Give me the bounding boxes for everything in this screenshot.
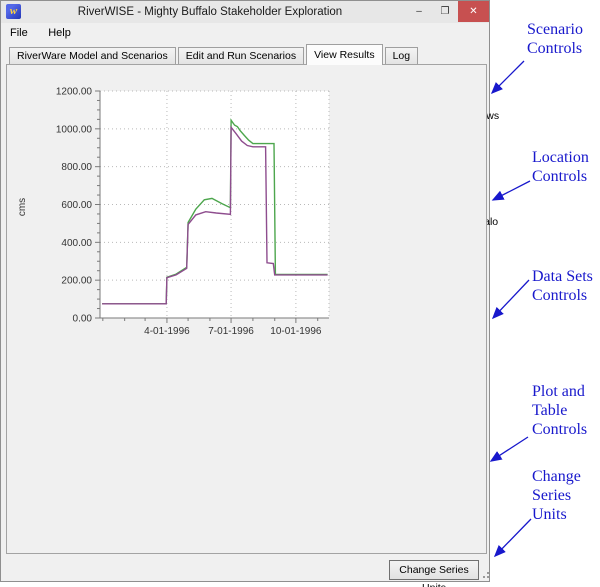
annotation-scenario-controls: ScenarioControls bbox=[527, 20, 583, 58]
annotation-line: Change bbox=[532, 467, 581, 486]
change-series-units-button[interactable]: Change Series Units bbox=[389, 560, 479, 580]
annotation-plot-and-table-controls: Plot andTableControls bbox=[532, 382, 587, 439]
annotation-line: Location bbox=[532, 148, 589, 167]
tab-edit-and-run-scenarios[interactable]: Edit and Run Scenarios bbox=[178, 47, 304, 65]
tab-view-results[interactable]: View Results bbox=[306, 44, 383, 65]
menu-help[interactable]: Help bbox=[40, 25, 79, 41]
tab-page bbox=[6, 64, 487, 554]
app-icon: w bbox=[6, 4, 21, 19]
annotation-location-controls: LocationControls bbox=[532, 148, 589, 186]
app-window: w RiverWISE - Mighty Buffalo Stakeholder… bbox=[0, 0, 490, 582]
window-title: RiverWISE - Mighty Buffalo Stakeholder E… bbox=[31, 1, 389, 23]
annotation-line: Data Sets bbox=[532, 267, 593, 286]
annotation-data-sets-controls: Data SetsControls bbox=[532, 267, 593, 305]
close-button[interactable]: ✕ bbox=[458, 1, 489, 22]
menu-bar: File Help bbox=[2, 23, 489, 42]
annotation-line: Controls bbox=[527, 39, 583, 58]
annotation-line: Controls bbox=[532, 167, 589, 186]
annotation-line: Scenario bbox=[527, 20, 583, 39]
annotation-line: Controls bbox=[532, 420, 587, 439]
annotation-line: Units bbox=[532, 505, 581, 524]
annotation-line: Table bbox=[532, 401, 587, 420]
resize-grip[interactable] bbox=[480, 569, 489, 578]
menu-file[interactable]: File bbox=[2, 25, 36, 41]
annotation-line: Plot and bbox=[532, 382, 587, 401]
maximize-button[interactable]: ❐ bbox=[432, 1, 458, 22]
minimize-button[interactable]: – bbox=[406, 1, 432, 22]
tab-bar: RiverWare Model and ScenariosEdit and Ru… bbox=[9, 45, 420, 65]
tab-riverware-model-and-scenarios[interactable]: RiverWare Model and Scenarios bbox=[9, 47, 176, 65]
screenshot-stage: w RiverWISE - Mighty Buffalo Stakeholder… bbox=[0, 0, 600, 587]
annotation-change-series-units: ChangeSeriesUnits bbox=[532, 467, 581, 524]
annotation-line: Series bbox=[532, 486, 581, 505]
tab-log[interactable]: Log bbox=[385, 47, 419, 65]
title-bar[interactable]: w RiverWISE - Mighty Buffalo Stakeholder… bbox=[1, 1, 489, 23]
annotation-line: Controls bbox=[532, 286, 593, 305]
